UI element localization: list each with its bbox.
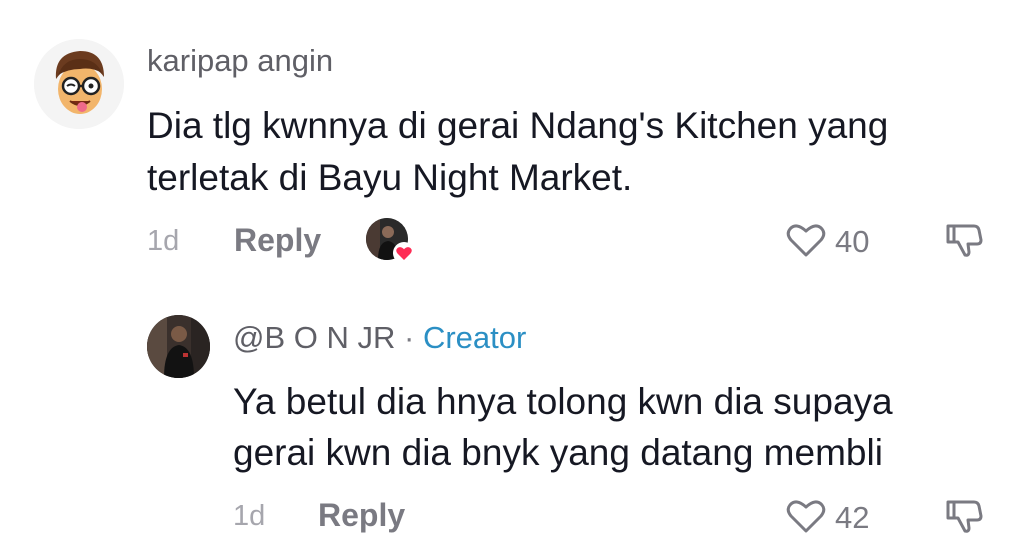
- comment-timestamp: 1d: [147, 225, 180, 257]
- comment-like-count: 40: [835, 224, 870, 259]
- reply-dislike-button[interactable]: [944, 496, 984, 541]
- creator-badge: Creator: [422, 320, 527, 355]
- reply-avatar[interactable]: [147, 315, 210, 378]
- comment-text-line-2: terletak di Bayu Night Market.: [147, 157, 633, 198]
- profile-photo-icon: [147, 315, 210, 378]
- comment-reply-button[interactable]: Reply: [234, 222, 321, 259]
- reply-timestamp: 1d: [233, 500, 266, 532]
- thumbs-down-icon: [946, 224, 983, 257]
- emoji-avatar-icon: [34, 39, 124, 129]
- comment-dislike-button[interactable]: [944, 220, 984, 265]
- heart-outline-icon: [786, 500, 826, 533]
- heart-badge-icon: [393, 242, 415, 264]
- reply-username-row: @B O N JR · Creator: [233, 320, 526, 356]
- reply-reply-button[interactable]: Reply: [318, 497, 405, 534]
- comment-like-button[interactable]: [785, 221, 827, 264]
- thumbs-down-icon: [946, 500, 983, 533]
- reply-username[interactable]: @B O N JR: [233, 320, 395, 355]
- reply-text-line-2: gerai kwn dia bnyk yang datang membli: [233, 432, 883, 473]
- liked-by-creator-indicator: [366, 218, 415, 264]
- separator-dot: ·: [404, 320, 415, 355]
- commenter-avatar[interactable]: [34, 39, 124, 129]
- reply-like-button[interactable]: [785, 497, 827, 540]
- comment-text-line-1: Dia tlg kwnnya di gerai Ndang's Kitchen …: [147, 105, 889, 146]
- heart-outline-icon: [786, 224, 826, 257]
- commenter-username[interactable]: karipap angin: [147, 43, 333, 79]
- reply-like-count: 42: [835, 500, 870, 535]
